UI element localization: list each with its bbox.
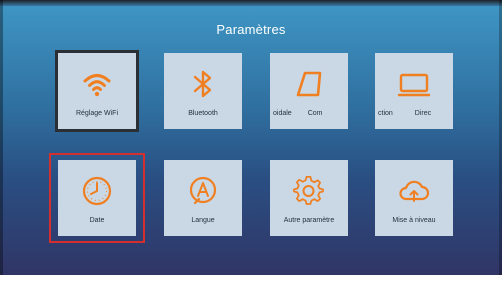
tile-other-settings[interactable]: Autre paramètre xyxy=(270,160,348,236)
screen-icon xyxy=(397,73,431,97)
tile-language[interactable]: Langue xyxy=(164,160,242,236)
settings-screen xyxy=(0,0,502,286)
tile-label: Réglage WiFi xyxy=(75,110,118,117)
cloud-upgrade-icon xyxy=(399,180,430,202)
bluetooth-icon xyxy=(193,70,212,98)
keystone-icon xyxy=(296,71,322,97)
tile-label-left: oidale xyxy=(273,110,292,117)
page-title: Paramètres xyxy=(216,22,286,37)
tile-label: Autre paramètre xyxy=(283,217,335,224)
language-icon xyxy=(189,176,217,205)
top-bezel xyxy=(0,0,502,6)
tile-label: Langue xyxy=(191,217,215,224)
tile-upgrade[interactable]: Mise à niveau xyxy=(375,160,453,236)
left-bezel xyxy=(0,0,3,275)
tile-keystone[interactable]: oidale Com xyxy=(270,53,348,129)
gear-icon xyxy=(293,176,324,205)
bottom-bezel xyxy=(0,275,502,286)
tile-label-left: ction xyxy=(378,110,393,117)
tile-projection[interactable]: ction Direc xyxy=(375,53,453,129)
tile-label: Date xyxy=(89,217,105,224)
tile-label: ction Direc xyxy=(378,110,452,117)
tile-label: Mise à niveau xyxy=(392,217,436,224)
tile-date[interactable]: Date xyxy=(58,160,136,236)
tile-bluetooth[interactable]: Bluetooth xyxy=(164,53,242,129)
wifi-icon xyxy=(83,74,111,97)
tile-wifi[interactable]: Réglage WiFi xyxy=(58,53,136,129)
tile-label: Bluetooth xyxy=(188,110,218,117)
tile-label-right: Com xyxy=(307,110,323,117)
tile-label-right: Direc xyxy=(414,110,432,117)
tile-label: oidale Com xyxy=(273,110,347,117)
clock-icon xyxy=(82,176,112,206)
